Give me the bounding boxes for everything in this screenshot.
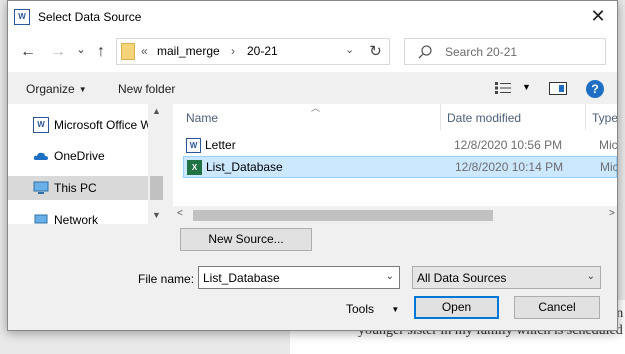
- sidebar-scrollbar[interactable]: ▲ ▼: [148, 104, 165, 224]
- onedrive-cloud-icon: [33, 152, 48, 160]
- column-header-name[interactable]: Name: [186, 111, 218, 125]
- sidebar-item-label: OneDrive: [54, 149, 105, 163]
- title-bar: W Select Data Source ✕: [8, 1, 617, 32]
- refresh-icon[interactable]: ↻: [362, 38, 390, 65]
- caret-down-icon: ▼: [391, 305, 400, 314]
- forward-arrow-icon[interactable]: →: [48, 42, 68, 62]
- overflow-chevron-icon[interactable]: «: [141, 44, 148, 58]
- column-divider[interactable]: [585, 104, 586, 130]
- up-arrow-icon[interactable]: ↑: [91, 42, 111, 62]
- navigation-bar: ← → ⌄ ↑ « mail_merge › 20-21 ⌄ ↻ Search …: [8, 32, 617, 72]
- new-folder-button[interactable]: New folder: [118, 82, 175, 96]
- chevron-down-icon[interactable]: ⌄: [386, 271, 394, 282]
- file-date: 12/8/2020 10:56 PM: [454, 138, 563, 152]
- search-placeholder: Search 20-21: [445, 45, 518, 59]
- network-icon: [34, 214, 48, 224]
- sidebar-item-this-pc[interactable]: This PC: [8, 176, 148, 200]
- sidebar-item-label: Network: [54, 213, 99, 224]
- column-divider[interactable]: [440, 104, 441, 130]
- file-name-value: List_Database: [203, 271, 280, 285]
- caret-down-icon: ▼: [78, 85, 87, 94]
- address-bar[interactable]: « mail_merge › 20-21 ⌄: [116, 38, 367, 65]
- computer-icon: [33, 181, 49, 194]
- file-row-letter[interactable]: W Letter 12/8/2020 10:56 PM Micro: [183, 135, 617, 157]
- scroll-down-icon[interactable]: ▼: [148, 208, 165, 222]
- dialog-title: Select Data Source: [38, 10, 142, 24]
- cancel-button[interactable]: Cancel: [514, 296, 600, 319]
- scrollbar-thumb[interactable]: [150, 176, 163, 200]
- column-header-type[interactable]: Type: [592, 111, 617, 125]
- scroll-left-icon[interactable]: <: [177, 208, 183, 219]
- search-box[interactable]: Search 20-21: [404, 38, 606, 65]
- sidebar-item-label: This PC: [54, 181, 97, 195]
- file-name-label: File name:: [138, 272, 195, 286]
- excel-doc-icon: X: [187, 160, 202, 175]
- horizontal-scrollbar[interactable]: < >: [173, 206, 617, 224]
- address-dropdown-icon[interactable]: ⌄: [345, 43, 354, 56]
- navigation-pane: W Microsoft Office W OneDrive This PC Ne…: [8, 104, 165, 224]
- view-dropdown-icon[interactable]: ▼: [522, 82, 531, 92]
- file-type: Micro: [599, 138, 617, 152]
- scrollbar-thumb[interactable]: [193, 210, 493, 221]
- command-toolbar: Organize ▼ New folder ▼ ?: [8, 72, 617, 104]
- file-name-field[interactable]: List_Database ⌄: [198, 266, 400, 289]
- word-icon: W: [14, 9, 30, 25]
- file-date: 12/8/2020 10:14 PM: [455, 160, 564, 174]
- open-button[interactable]: Open: [414, 296, 499, 319]
- breadcrumb-20-21[interactable]: 20-21: [247, 44, 278, 58]
- breadcrumb-mail-merge[interactable]: mail_merge: [157, 44, 220, 58]
- chevron-down-icon[interactable]: ⌄: [587, 271, 595, 282]
- file-type-filter[interactable]: All Data Sources ⌄: [412, 266, 601, 289]
- sidebar-item-microsoft-office[interactable]: W Microsoft Office W: [8, 113, 148, 137]
- folder-icon: [121, 43, 135, 60]
- sort-ascending-icon: ︿: [311, 104, 321, 113]
- breadcrumb-separator-icon[interactable]: ›: [231, 44, 235, 58]
- column-headers: ︿ Name Date modified Type: [173, 104, 617, 132]
- back-arrow-icon[interactable]: ←: [18, 42, 38, 62]
- sidebar-item-network[interactable]: Network: [8, 208, 148, 224]
- word-doc-icon: W: [186, 138, 201, 153]
- file-name: Letter: [205, 138, 236, 152]
- column-header-date[interactable]: Date modified: [447, 111, 521, 125]
- file-name: List_Database: [206, 160, 283, 174]
- file-row-list-database[interactable]: X List_Database 12/8/2020 10:14 PM Micro: [183, 156, 617, 178]
- select-data-source-dialog: W Select Data Source ✕ ← → ⌄ ↑ « mail_me…: [7, 0, 618, 331]
- organize-menu[interactable]: Organize ▼: [26, 82, 87, 96]
- tools-menu[interactable]: Tools ▼: [346, 302, 399, 316]
- new-source-button[interactable]: New Source...: [180, 228, 312, 251]
- sidebar-item-label: Microsoft Office W: [54, 118, 148, 132]
- preview-pane-icon[interactable]: [549, 82, 567, 95]
- file-type: Micro: [600, 160, 617, 174]
- organize-label: Organize: [26, 82, 75, 96]
- search-icon: [418, 45, 432, 59]
- close-icon[interactable]: ✕: [587, 5, 609, 27]
- view-options-icon[interactable]: [495, 82, 511, 94]
- scroll-right-icon[interactable]: >: [609, 208, 615, 219]
- word-doc-icon: W: [33, 117, 49, 133]
- help-icon[interactable]: ?: [586, 80, 604, 98]
- scroll-up-icon[interactable]: ▲: [148, 104, 165, 118]
- recent-locations-chevron-icon[interactable]: ⌄: [71, 40, 91, 60]
- file-list: ︿ Name Date modified Type W Letter 12/8/…: [173, 104, 617, 224]
- tools-label: Tools: [346, 302, 375, 316]
- filter-value: All Data Sources: [417, 271, 507, 285]
- sidebar-item-onedrive[interactable]: OneDrive: [8, 144, 148, 168]
